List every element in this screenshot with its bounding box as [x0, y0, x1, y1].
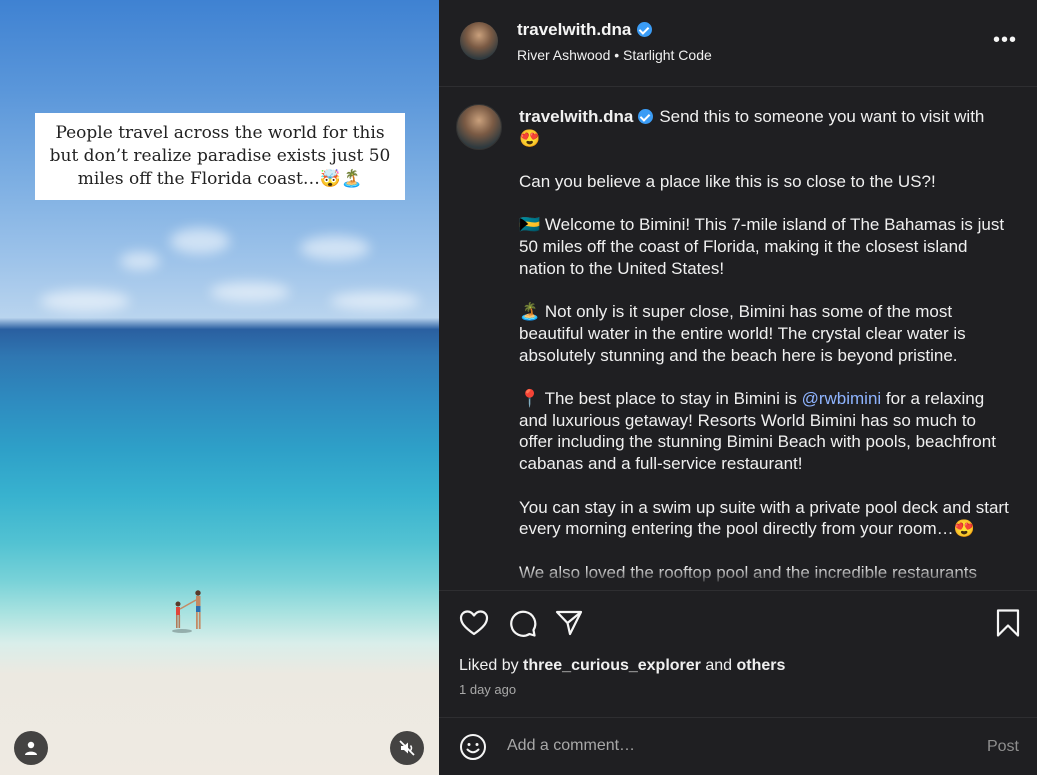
header-username-text[interactable]: travelwith.dna: [517, 20, 631, 39]
avatar[interactable]: [460, 22, 498, 60]
cloud: [40, 290, 130, 312]
scroll-fade: [439, 567, 1037, 590]
post-header: travelwith.dna River Ashwood • Starlight…: [439, 0, 1037, 86]
caption-text: 📍 The best place to stay in Bimini is: [519, 389, 802, 409]
liked-by-user-link[interactable]: three_curious_explorer: [523, 657, 701, 674]
emoji-picker-icon[interactable]: [459, 733, 487, 761]
verified-badge-icon: [638, 109, 654, 124]
comment-input[interactable]: [507, 737, 937, 755]
header-username[interactable]: travelwith.dna: [517, 20, 653, 40]
likes-prefix: Liked by: [459, 657, 524, 674]
post-timestamp[interactable]: 1 day ago: [459, 682, 516, 697]
cloud: [330, 292, 420, 310]
audio-attribution[interactable]: River Ashwood • Starlight Code: [517, 47, 712, 63]
likes-middle: and: [700, 657, 737, 674]
beach-people-figures: [172, 590, 201, 633]
cloud: [300, 236, 370, 260]
cloud: [210, 282, 290, 302]
share-send-icon[interactable]: [553, 607, 585, 639]
likes-summary[interactable]: Liked by three_curious_explorer and othe…: [459, 657, 785, 675]
overlay-caption-box: People travel across the world for this …: [35, 113, 405, 200]
mute-toggle-button[interactable]: [390, 731, 424, 765]
divider: [439, 590, 1037, 591]
action-bar: [439, 596, 1037, 650]
post-comment-button[interactable]: Post: [987, 738, 1019, 756]
verified-badge-icon: [637, 22, 653, 37]
caption-paragraph: 📍 The best place to stay in Bimini is @r…: [519, 388, 1009, 475]
cloud: [120, 252, 160, 270]
cloud: [170, 228, 230, 254]
more-options-button[interactable]: •••: [993, 30, 1017, 50]
comment-composer: Post: [439, 717, 1037, 775]
caption-paragraph: Can you believe a place like this is so …: [519, 172, 936, 192]
caption-scroll-area[interactable]: travelwith.dna Send this to someone you w…: [439, 87, 1037, 590]
caption-paragraph: You can stay in a swim up suite with a p…: [519, 497, 1009, 539]
post-details-panel: travelwith.dna River Ashwood • Starlight…: [439, 0, 1037, 775]
muted-speaker-icon: [399, 740, 415, 756]
caption-paragraph: 🏝️ Not only is it super close, Bimini ha…: [519, 302, 966, 365]
mention-link[interactable]: @rwbimini: [802, 389, 882, 408]
likes-others-link[interactable]: others: [737, 657, 786, 674]
caption-username[interactable]: travelwith.dna: [519, 107, 633, 126]
caption-text-block: travelwith.dna Send this to someone you w…: [519, 106, 1009, 590]
save-bookmark-icon[interactable]: [992, 607, 1024, 639]
person-icon: [25, 741, 37, 755]
comment-bubble-icon[interactable]: [506, 607, 538, 639]
caption-paragraph: 🇧🇸 Welcome to Bimini! This 7-mile island…: [519, 215, 1005, 278]
like-heart-icon[interactable]: [458, 607, 490, 639]
overlay-caption: People travel across the world for this …: [49, 123, 391, 189]
tagged-users-button[interactable]: [14, 731, 48, 765]
post-media[interactable]: People travel across the world for this …: [0, 0, 439, 775]
caption-avatar[interactable]: [456, 104, 502, 150]
